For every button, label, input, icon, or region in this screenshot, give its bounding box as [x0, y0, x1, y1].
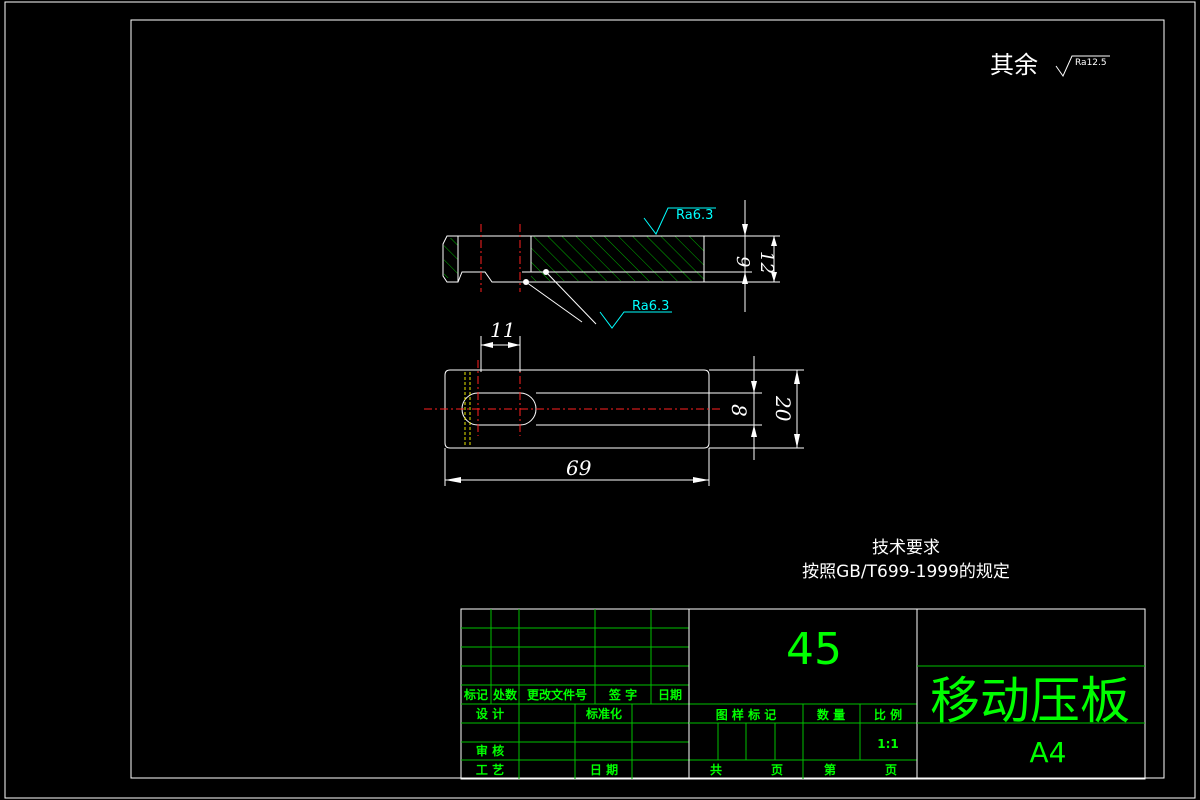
section-hatch: [531, 236, 704, 281]
hdr-date: 日期: [658, 687, 682, 702]
material-text: 45: [786, 624, 842, 675]
roughness-rest-value: Ra12.5: [1075, 58, 1107, 68]
hdr-change-doc: 更改文件号: [527, 687, 587, 702]
roughness-top-value: Ra6.3: [676, 208, 713, 223]
hdr-sheet: 第: [824, 762, 836, 777]
hdr-review: 审 核: [476, 743, 504, 758]
hdr-page2: 页: [885, 763, 897, 777]
inner-frame: [130, 19, 1165, 779]
dim-total-length: 69: [566, 456, 592, 480]
dim-width: 20: [771, 395, 795, 422]
hdr-date2: 日 期: [590, 762, 618, 777]
hdr-drawing-mark: 图 样 标 记: [716, 707, 777, 722]
hdr-location: 处数: [492, 687, 518, 702]
hdr-page: 页: [771, 763, 783, 777]
scale-value: 1:1: [877, 737, 899, 751]
hdr-process: 工 艺: [476, 762, 504, 777]
drawing-sheet: 9 12 Ra6.3 Ra6.3 11 69 8 20 其余 Ra12.5 技术…: [4, 1, 1196, 799]
notes-line1: 按照GB/T699-1999的规定: [802, 562, 1010, 582]
hdr-design: 设 计: [476, 706, 504, 721]
roughness-rest-label: 其余: [990, 51, 1038, 79]
dim-thickness: 12: [756, 251, 777, 274]
part-name: 移动压板: [930, 672, 1130, 730]
dim-slot-width: 8: [727, 404, 751, 417]
hdr-total: 共: [710, 762, 722, 777]
roughness-bottom-value: Ra6.3: [632, 299, 669, 314]
hdr-scale: 比 例: [874, 707, 902, 722]
notes-title: 技术要求: [872, 538, 940, 558]
hdr-quantity: 数 量: [817, 707, 845, 722]
hdr-standardize: 标准化: [585, 706, 622, 721]
hdr-mark: 标记: [463, 687, 488, 702]
sheet-size: A4: [1030, 736, 1067, 769]
dim-slot-offset: 11: [490, 318, 515, 342]
dim-inner-height: 9: [732, 256, 753, 267]
hdr-signature: 签 字: [608, 687, 637, 702]
section-view: [442, 200, 780, 312]
